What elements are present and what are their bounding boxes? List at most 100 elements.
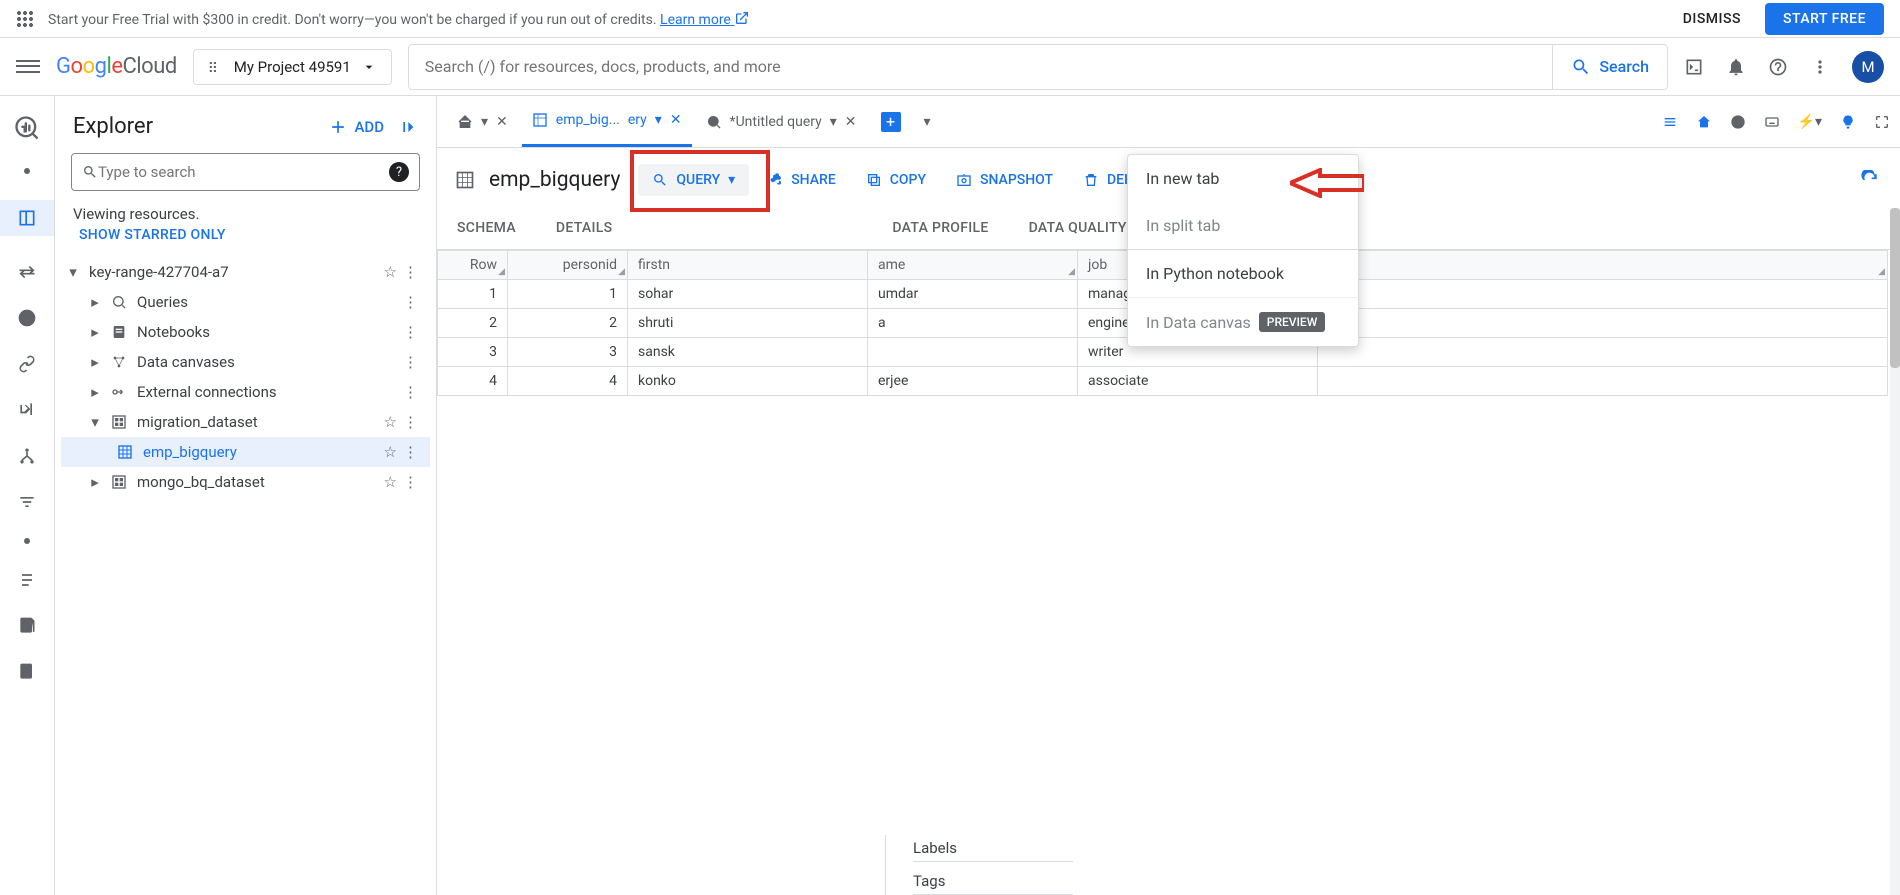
col-personid[interactable]: personid◢ (508, 251, 628, 280)
rail-panel-icon[interactable] (0, 200, 54, 236)
fullscreen-icon[interactable] (1874, 114, 1890, 130)
help-circle-icon[interactable]: ? (389, 162, 409, 182)
more-icon[interactable]: ⋮ (397, 443, 424, 461)
google-cloud-logo[interactable]: Google Cloud (56, 54, 177, 79)
add-button[interactable]: ADD (328, 117, 384, 137)
rail-tree-icon[interactable] (0, 446, 54, 466)
list-icon[interactable] (1662, 114, 1678, 130)
home-tab[interactable]: ▾✕ (447, 96, 518, 147)
rail-summary-icon[interactable] (0, 570, 54, 590)
home-icon (457, 114, 473, 130)
search-bar[interactable]: Search (408, 44, 1668, 90)
rail-bigquery-icon[interactable] (0, 114, 54, 142)
bulb-icon[interactable] (1840, 114, 1856, 130)
home-fill-icon[interactable] (1696, 114, 1712, 130)
tree-project[interactable]: ▾key-range-427704-a7 ☆⋮ (61, 257, 430, 287)
share-button[interactable]: SHARE (767, 172, 836, 188)
tags-heading: Tags (913, 868, 1073, 895)
search-input[interactable] (409, 57, 1553, 76)
info-icon[interactable] (1730, 114, 1746, 130)
rail-doc2-icon[interactable] (0, 662, 54, 682)
tab-untitled-query[interactable]: *Untitled query ▾ ✕ (696, 96, 867, 147)
table-icon (117, 444, 133, 460)
help-icon[interactable] (1768, 57, 1788, 77)
search-icon (111, 294, 127, 310)
rail-clock-icon[interactable] (0, 308, 54, 328)
table-title: emp_bigquery (455, 168, 620, 192)
star-icon[interactable]: ☆ (384, 413, 397, 431)
explorer-title: Explorer (73, 114, 153, 139)
show-starred-link[interactable]: SHOW STARRED ONLY (55, 225, 436, 253)
more-icon[interactable]: ⋮ (397, 413, 424, 431)
more-icon[interactable]: ⋮ (397, 383, 424, 401)
start-free-button[interactable]: START FREE (1765, 3, 1884, 35)
star-icon[interactable]: ☆ (384, 263, 397, 281)
col-row[interactable]: Row◢ (438, 251, 508, 280)
notifications-icon[interactable] (1726, 57, 1746, 77)
magic-icon[interactable]: ⚡▾ (1798, 114, 1822, 130)
tree-mongo-dataset[interactable]: ▸mongo_bq_dataset ☆⋮ (61, 467, 430, 497)
star-icon[interactable]: ☆ (384, 443, 397, 461)
col-firstname[interactable]: firstn (628, 251, 868, 280)
collapse-icon[interactable] (400, 117, 420, 137)
table-row[interactable]: 44konkoerjeeassociate (438, 367, 1888, 396)
tab-dataprofile[interactable]: DATA PROFILE (892, 220, 988, 236)
menu-icon[interactable] (16, 55, 40, 79)
canvas-icon (111, 354, 127, 370)
copy-button[interactable]: COPY (866, 172, 926, 188)
annotation-arrow (1290, 168, 1364, 198)
tree-notebooks[interactable]: ▸Notebooks ⋮ (61, 317, 430, 347)
rail-dot-icon[interactable] (0, 168, 54, 174)
explorer-search-input[interactable] (98, 163, 389, 181)
menu-in-data-canvas[interactable]: In Data canvas PREVIEW (1128, 298, 1358, 346)
snapshot-button[interactable]: SNAPSHOT (956, 172, 1053, 188)
cloud-shell-icon[interactable] (1684, 57, 1704, 77)
rail-doc1-icon[interactable] (0, 616, 54, 636)
rail-transfer-icon[interactable] (0, 262, 54, 282)
refresh-button[interactable] (1860, 170, 1880, 190)
tree-migration-dataset[interactable]: ▾migration_dataset ☆⋮ (61, 407, 430, 437)
tree-datacanvases[interactable]: ▸Data canvases ⋮ (61, 347, 430, 377)
tab-emp-bigquery[interactable]: emp_big...ery ▾ ✕ (522, 96, 692, 147)
main-header: Google Cloud My Project 49591 Search M (0, 38, 1900, 96)
tab-dataquality[interactable]: DATA QUALITY (1029, 220, 1127, 236)
menu-in-split-tab[interactable]: In split tab (1128, 202, 1358, 249)
more-icon[interactable]: ⋮ (397, 293, 424, 311)
query-button[interactable]: QUERY ▾ (638, 164, 749, 196)
close-icon[interactable]: ✕ (496, 114, 508, 130)
dismiss-button[interactable]: DISMISS (1683, 11, 1741, 27)
more-icon[interactable]: ⋮ (397, 353, 424, 371)
more-icon[interactable]: ⋮ (397, 473, 424, 491)
rail-filter-icon[interactable] (0, 492, 54, 512)
preview-badge: PREVIEW (1259, 312, 1325, 332)
close-icon[interactable]: ✕ (845, 114, 857, 130)
star-icon[interactable]: ☆ (384, 473, 397, 491)
more-icon[interactable]: ⋮ (397, 263, 424, 281)
apps-icon[interactable] (16, 10, 34, 28)
close-icon[interactable]: ✕ (670, 112, 682, 128)
tab-schema[interactable]: SCHEMA (457, 220, 516, 236)
learn-more-link[interactable]: Learn more (660, 12, 750, 28)
trash-icon (1083, 172, 1099, 188)
scrollbar[interactable] (1890, 208, 1900, 895)
search-button[interactable]: Search (1552, 45, 1667, 89)
side-rail (0, 96, 55, 895)
more-icon[interactable] (1810, 57, 1830, 77)
rail-dot2-icon[interactable] (0, 538, 54, 544)
explorer-search[interactable]: ? (71, 153, 420, 191)
keyboard-icon[interactable] (1764, 114, 1780, 130)
new-tab-button[interactable]: + ▾ (871, 96, 941, 147)
tree-emp-bigquery[interactable]: emp_bigquery ☆⋮ (61, 437, 430, 467)
rail-link-icon[interactable] (0, 354, 54, 374)
more-icon[interactable]: ⋮ (397, 323, 424, 341)
scroll-thumb[interactable] (1890, 208, 1900, 368)
tab-details[interactable]: DETAILS (556, 220, 612, 236)
share-icon (767, 172, 783, 188)
tree-queries[interactable]: ▸Queries ⋮ (61, 287, 430, 317)
col-lastname[interactable]: ame◢ (868, 251, 1078, 280)
rail-migrate-icon[interactable] (0, 400, 54, 420)
project-picker[interactable]: My Project 49591 (193, 49, 392, 85)
avatar[interactable]: M (1852, 51, 1884, 83)
tree-external[interactable]: ▸External connections ⋮ (61, 377, 430, 407)
menu-in-notebook[interactable]: In Python notebook (1128, 250, 1358, 298)
